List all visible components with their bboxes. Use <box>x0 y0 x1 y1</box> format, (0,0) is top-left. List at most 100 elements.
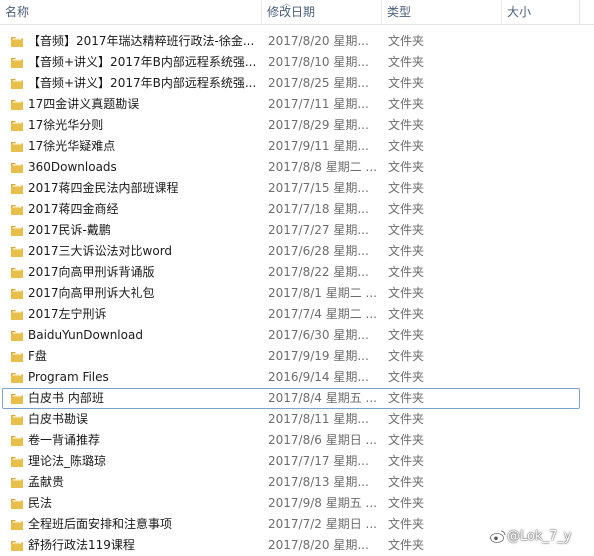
column-header-type-label: 类型 <box>387 5 412 19</box>
file-type: 文件夹 <box>388 76 425 90</box>
file-date: 2017/8/20 星期... <box>268 538 369 552</box>
file-row[interactable]: 理论法_陈璐琼 2017/7/17 星期... 文件夹 <box>2 451 580 472</box>
file-date: 2017/8/13 星期... <box>268 475 369 489</box>
file-type: 文件夹 <box>388 265 425 279</box>
file-name: 17四金讲义真题勘误 <box>28 97 140 111</box>
file-row[interactable]: 2017左宁刑诉 2017/7/4 星期二 ... 文件夹 <box>2 304 580 325</box>
column-header-bar: 名称 ︿ 修改日期 类型 大小 <box>0 0 594 25</box>
file-row[interactable]: 民法 2017/9/8 星期五 ... 文件夹 <box>2 493 580 514</box>
folder-icon <box>11 121 23 131</box>
file-row[interactable]: 17四金讲义真题勘误 2017/7/11 星期... 文件夹 <box>2 94 580 115</box>
folder-icon <box>11 205 23 215</box>
file-type: 文件夹 <box>388 307 425 321</box>
folder-icon <box>11 58 23 68</box>
column-header-type[interactable]: 类型 <box>382 0 502 24</box>
file-row[interactable]: 2017蒋四金商经 2017/7/18 星期... 文件夹 <box>2 199 580 220</box>
weibo-logo-icon <box>490 530 506 543</box>
file-date: 2017/6/30 星期... <box>268 328 369 342</box>
watermark-text: @Lok_7_y <box>507 529 572 544</box>
file-row[interactable]: 2017三大诉讼法对比word 2017/6/28 星期... 文件夹 <box>2 241 580 262</box>
file-type: 文件夹 <box>388 202 425 216</box>
file-type: 文件夹 <box>388 454 425 468</box>
file-name: 2017蒋四金民法内部班课程 <box>28 181 179 195</box>
file-name: 白皮书勘误 <box>28 412 89 426</box>
folder-icon <box>11 100 23 110</box>
file-type: 文件夹 <box>388 34 425 48</box>
file-date: 2017/8/20 星期... <box>268 34 369 48</box>
file-row[interactable]: 白皮书勘误 2017/8/11 星期... 文件夹 <box>2 409 580 430</box>
file-row[interactable]: 【音频+讲义】2017年B内部远程系统强... 2017/8/25 星期... 文件… <box>2 73 580 94</box>
file-row[interactable]: 【音频+讲义】2017年B内部远程系统强... 2017/8/10 星期... 文件… <box>2 52 580 73</box>
file-date: 2017/7/2 星期日 ... <box>268 517 377 531</box>
file-date: 2017/8/8 星期二 ... <box>268 160 377 174</box>
folder-icon <box>11 142 23 152</box>
file-name: 2017向高甲刑诉大礼包 <box>28 286 155 300</box>
file-date: 2017/7/17 星期... <box>268 454 369 468</box>
file-name: 2017民诉-戴鹏 <box>28 223 111 237</box>
file-name: BaiduYunDownload <box>28 328 143 342</box>
file-row[interactable]: 2017蒋四金民法内部班课程 2017/7/15 星期... 文件夹 <box>2 178 580 199</box>
file-row[interactable]: 360Downloads 2017/8/8 星期二 ... 文件夹 <box>2 157 580 178</box>
file-row[interactable]: 17徐光华分则 2017/8/29 星期... 文件夹 <box>2 115 580 136</box>
column-header-size[interactable]: 大小 <box>502 0 580 24</box>
file-type: 文件夹 <box>388 517 425 531</box>
file-date: 2017/8/11 星期... <box>268 412 369 426</box>
file-date: 2017/8/22 星期... <box>268 265 369 279</box>
column-header-name-label: 名称 <box>5 5 30 19</box>
folder-icon <box>11 541 23 551</box>
folder-icon <box>11 436 23 446</box>
file-name: 2017左宁刑诉 <box>28 307 107 321</box>
file-name: Program Files <box>28 370 109 384</box>
file-date: 2017/8/29 星期... <box>268 118 369 132</box>
file-type: 文件夹 <box>388 55 425 69</box>
file-date: 2017/7/15 星期... <box>268 181 369 195</box>
file-row[interactable]: 【音频】2017年瑞达精粹班行政法-徐金... 2017/8/20 星期... 文件… <box>2 31 580 52</box>
folder-icon <box>11 373 23 383</box>
file-name: 理论法_陈璐琼 <box>28 454 107 468</box>
folder-icon <box>11 79 23 89</box>
column-header-name[interactable]: 名称 <box>0 0 262 24</box>
folder-icon <box>11 331 23 341</box>
file-row[interactable]: 2017向高甲刑诉大礼包 2017/8/1 星期二 ... 文件夹 <box>2 283 580 304</box>
file-name: 孟献贵 <box>28 475 65 489</box>
file-type: 文件夹 <box>388 160 425 174</box>
file-row[interactable]: F盘 2017/9/19 星期... 文件夹 <box>2 346 580 367</box>
folder-icon <box>11 478 23 488</box>
file-row[interactable]: 卷一背诵推荐 2017/8/6 星期日 ... 文件夹 <box>2 430 580 451</box>
file-name: 360Downloads <box>28 160 117 174</box>
file-list: 【音频】2017年瑞达精粹班行政法-徐金... 2017/8/20 星期... 文件… <box>0 31 594 556</box>
file-row[interactable]: Program Files 2016/9/14 星期... 文件夹 <box>2 367 580 388</box>
file-type: 文件夹 <box>388 139 425 153</box>
file-date: 2017/8/1 星期二 ... <box>268 286 377 300</box>
file-name: 卷一背诵推荐 <box>28 433 101 447</box>
file-type: 文件夹 <box>388 328 425 342</box>
file-type: 文件夹 <box>388 433 425 447</box>
folder-icon <box>11 352 23 362</box>
file-name: 【音频】2017年瑞达精粹班行政法-徐金... <box>28 34 255 48</box>
file-row[interactable]: 17徐光华疑难点 2017/9/11 星期... 文件夹 <box>2 136 580 157</box>
file-row[interactable]: BaiduYunDownload 2017/6/30 星期... 文件夹 <box>2 325 580 346</box>
column-header-date-label: 修改日期 <box>267 5 316 19</box>
file-row[interactable]: 白皮书 内部班 2017/8/4 星期五 ... 文件夹 <box>2 388 580 409</box>
file-date: 2017/9/19 星期... <box>268 349 369 363</box>
file-name: 全程班后面安排和注意事项 <box>28 517 173 531</box>
folder-icon <box>11 310 23 320</box>
file-date: 2017/7/18 星期... <box>268 202 369 216</box>
file-row[interactable]: 2017向高甲刑诉背诵版 2017/8/22 星期... 文件夹 <box>2 262 580 283</box>
file-name: 17徐光华分则 <box>28 118 104 132</box>
file-row[interactable]: 孟献贵 2017/8/13 星期... 文件夹 <box>2 472 580 493</box>
file-date: 2017/6/28 星期... <box>268 244 369 258</box>
file-date: 2017/7/4 星期二 ... <box>268 307 377 321</box>
file-type: 文件夹 <box>388 181 425 195</box>
file-name: F盘 <box>28 349 47 363</box>
file-type: 文件夹 <box>388 223 425 237</box>
file-name: 民法 <box>28 496 53 510</box>
file-row[interactable]: 2017民诉-戴鹏 2017/7/27 星期... 文件夹 <box>2 220 580 241</box>
file-date: 2017/8/25 星期... <box>268 76 369 90</box>
folder-icon <box>11 289 23 299</box>
column-header-date[interactable]: 修改日期 <box>262 0 382 24</box>
file-name: 舒扬行政法119课程 <box>28 538 135 552</box>
file-date: 2017/8/10 星期... <box>268 55 369 69</box>
folder-icon <box>11 184 23 194</box>
folder-icon <box>11 394 23 404</box>
